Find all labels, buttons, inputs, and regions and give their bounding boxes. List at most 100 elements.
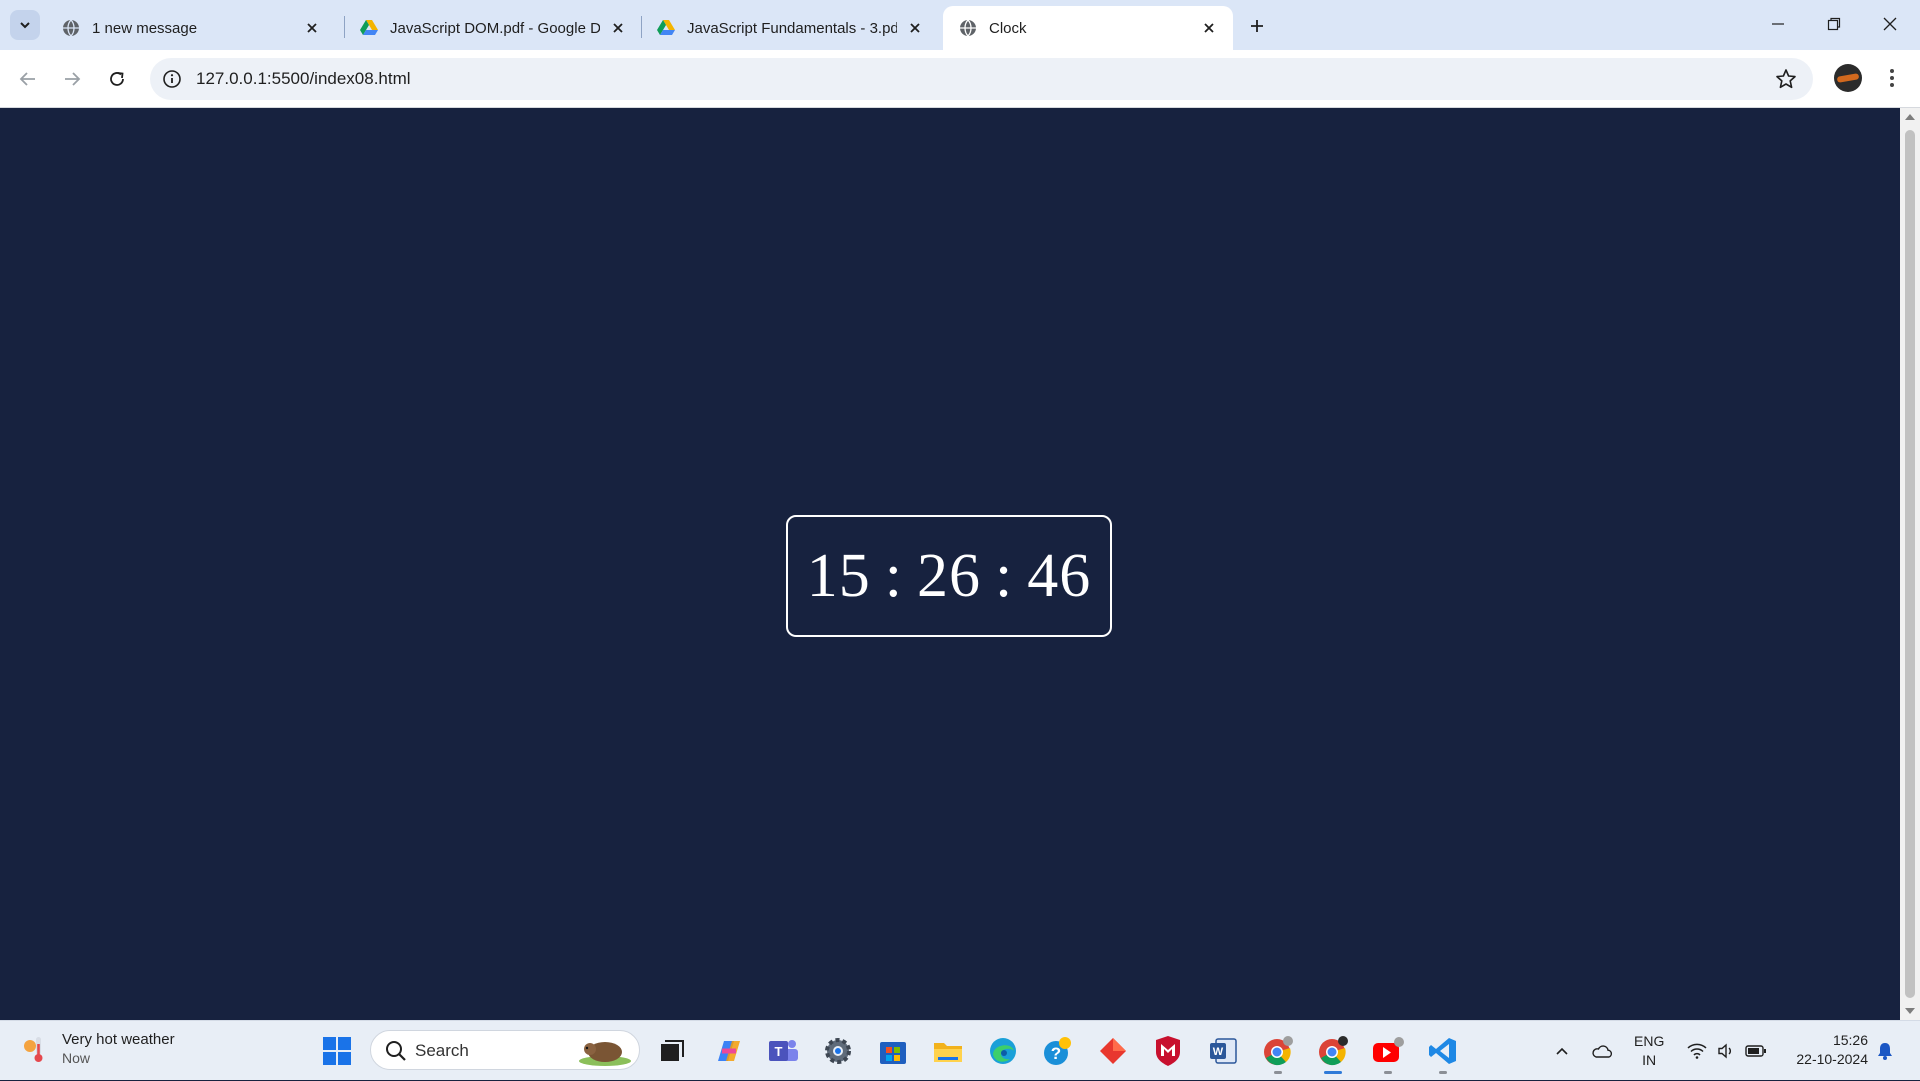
back-button[interactable] (12, 63, 44, 95)
tab-close-icon[interactable] (1199, 18, 1219, 38)
running-indicator (1439, 1071, 1447, 1074)
running-indicator-active (1324, 1071, 1342, 1074)
tab-strip: 1 new message JavaScript DOM.pdf - Googl… (0, 0, 1920, 50)
store-icon (880, 1042, 906, 1064)
chevron-down-icon (20, 22, 30, 29)
tab-title: Clock (989, 19, 1027, 37)
tab-title: 1 new message (92, 19, 198, 37)
search-icon (386, 1041, 406, 1061)
weather-widget[interactable]: Very hot weather Now (22, 1031, 175, 1066)
taskbar-chrome-profile-1[interactable] (1261, 1034, 1295, 1068)
scroll-thumb[interactable] (1905, 130, 1915, 998)
tab-search-button[interactable] (10, 10, 40, 40)
dot (1890, 76, 1894, 80)
tab-close-icon[interactable] (905, 18, 925, 38)
clock-seconds: 46 (1027, 541, 1092, 610)
notifications-button[interactable] (1872, 1021, 1898, 1081)
svg-text:T: T (775, 1044, 783, 1059)
gear-icon (825, 1038, 851, 1064)
chevron-up-icon (1556, 1047, 1568, 1055)
browser-toolbar: 127.0.0.1:5500/index08.html (0, 50, 1920, 108)
taskbar-help[interactable]: ? (1041, 1034, 1075, 1068)
dot (1890, 83, 1894, 87)
reload-icon (110, 72, 124, 86)
google-drive-icon (657, 19, 675, 37)
tab-javascript-fundamentals-pdf[interactable]: JavaScript Fundamentals - 3.pdf (641, 6, 939, 50)
taskbar-word[interactable]: W (1206, 1034, 1240, 1068)
vscode-icon (1429, 1038, 1456, 1064)
weather-condition: Very hot weather (62, 1031, 175, 1048)
tab-title: JavaScript DOM.pdf - Google D (390, 19, 600, 37)
tab-close-icon[interactable] (608, 18, 628, 38)
scroll-down-arrow[interactable] (1905, 1008, 1915, 1014)
clock-minutes: 26 (917, 541, 981, 610)
tab-clock[interactable]: Clock (943, 6, 1233, 50)
restore-button[interactable] (1806, 0, 1862, 48)
taskbar-clock[interactable]: 15:26 22-10-2024 (1780, 1031, 1868, 1069)
windows-logo-icon (323, 1037, 351, 1065)
taskbar-search-box[interactable]: Search (370, 1030, 640, 1070)
mcafee-shield-icon (1156, 1036, 1180, 1066)
profile-avatar[interactable] (1834, 64, 1862, 92)
arrow-left-icon (19, 72, 35, 86)
word-icon: W (1210, 1038, 1237, 1064)
taskbar-edge[interactable] (986, 1034, 1020, 1068)
close-window-button[interactable] (1862, 0, 1918, 48)
tab-javascript-dom-pdf[interactable]: JavaScript DOM.pdf - Google D (344, 6, 642, 50)
help-icon: ? (1044, 1037, 1071, 1065)
reload-button[interactable] (101, 63, 133, 95)
copilot-icon (718, 1041, 740, 1061)
language-region: IN (1642, 1052, 1657, 1068)
wifi-icon (1687, 1043, 1707, 1059)
youtube-icon (1373, 1037, 1404, 1062)
taskbar-settings[interactable] (821, 1034, 855, 1068)
taskbar-red-app[interactable] (1096, 1034, 1130, 1068)
new-tab-button[interactable] (1244, 13, 1270, 39)
weather-time: Now (62, 1050, 91, 1066)
scroll-up-arrow[interactable] (1905, 114, 1915, 120)
task-view-icon (661, 1040, 684, 1061)
language-code: ENG (1634, 1033, 1665, 1049)
taskbar-youtube[interactable] (1371, 1034, 1405, 1068)
taskbar-copilot[interactable] (712, 1034, 746, 1068)
browser-menu-button[interactable] (1880, 64, 1904, 92)
chrome-icon (1264, 1036, 1293, 1066)
clock-hours: 15 (806, 541, 871, 610)
forward-button[interactable] (56, 63, 88, 95)
start-button[interactable] (320, 1034, 354, 1068)
onedrive-tray[interactable] (1590, 1021, 1614, 1081)
battery-icon (1745, 1045, 1766, 1057)
tab-close-icon[interactable] (302, 18, 322, 38)
running-indicator (1274, 1071, 1282, 1074)
language-indicator[interactable]: ENG IN (1634, 1032, 1664, 1070)
taskbar-date: 22-10-2024 (1796, 1051, 1868, 1067)
clock-separator: : (884, 541, 903, 610)
taskbar-teams[interactable]: T (766, 1034, 800, 1068)
tab-1-new-message[interactable]: 1 new message (46, 6, 336, 50)
taskbar-mcafee[interactable] (1151, 1034, 1185, 1068)
minimize-button[interactable] (1750, 0, 1806, 48)
show-hidden-icons-button[interactable] (1550, 1021, 1574, 1081)
taskbar: Very hot weather Now Search T ? W ENG IN… (0, 1020, 1920, 1080)
site-info-icon[interactable] (162, 69, 182, 89)
battery-tray[interactable] (1743, 1021, 1769, 1081)
address-bar[interactable]: 127.0.0.1:5500/index08.html (150, 58, 1813, 100)
wifi-tray[interactable] (1685, 1021, 1709, 1081)
bookmark-star-icon[interactable] (1775, 68, 1797, 90)
task-view-button[interactable] (655, 1034, 689, 1068)
close-icon (1883, 17, 1897, 31)
url-text[interactable]: 127.0.0.1:5500/index08.html (196, 69, 411, 89)
vertical-scrollbar[interactable] (1900, 108, 1920, 1020)
folder-icon (934, 1043, 962, 1062)
taskbar-file-explorer[interactable] (931, 1034, 965, 1068)
taskbar-vscode[interactable] (1426, 1034, 1460, 1068)
chrome-icon (1319, 1036, 1348, 1066)
taskbar-microsoft-store[interactable] (876, 1034, 910, 1068)
teams-icon: T (769, 1040, 798, 1061)
volume-tray[interactable] (1714, 1021, 1738, 1081)
thermometer-icon (22, 1034, 48, 1064)
svg-text:?: ? (1051, 1044, 1061, 1063)
taskbar-chrome-profile-2[interactable] (1316, 1034, 1350, 1068)
running-indicator (1384, 1071, 1392, 1074)
globe-icon (959, 19, 977, 37)
